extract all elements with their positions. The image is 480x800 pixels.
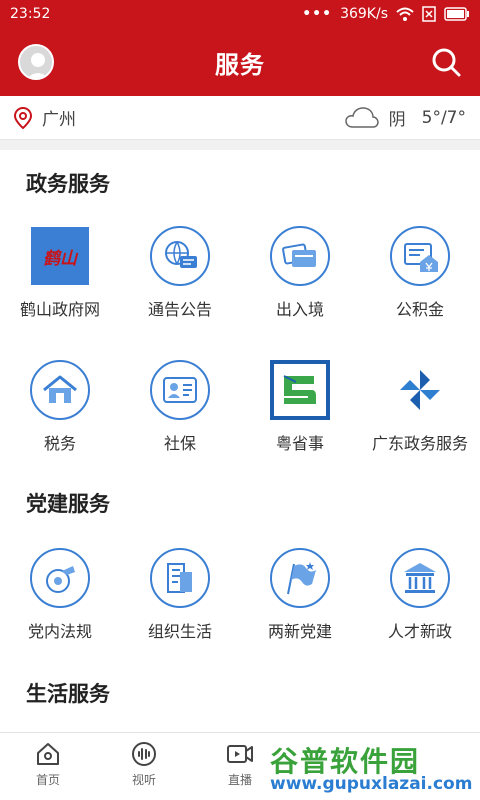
watermark-url: www.gupuxlazai.com <box>270 774 473 794</box>
service-party-regulations[interactable]: 党内法规 <box>0 548 120 642</box>
building-icon <box>150 548 210 608</box>
service-label: 社保 <box>163 434 196 453</box>
status-time: 23:52 <box>10 6 51 22</box>
app-header: 服务 <box>0 28 480 96</box>
city-label: 广州 <box>42 110 76 130</box>
nav-label: 首页 <box>35 773 60 787</box>
service-yueshengshi[interactable]: 粤省事 <box>240 360 360 454</box>
pinwheel-logo <box>390 360 450 420</box>
whistle-icon <box>30 548 90 608</box>
weather-condition: 阴 <box>388 110 406 130</box>
institution-icon <box>390 548 450 608</box>
service-label: 广东政务服务 <box>371 434 468 453</box>
section-title-gov-services: 政务服务 <box>26 172 110 196</box>
party-services-row-1: 党内法规 组织生活 两新党建 人才新政 <box>0 548 480 642</box>
audio-icon <box>132 742 156 766</box>
network-speed: 369K/s <box>340 6 388 22</box>
yueshengshi-logo <box>270 360 330 420</box>
location-pin-icon <box>14 106 32 129</box>
service-label: 粤省事 <box>275 434 324 453</box>
service-label: 两新党建 <box>267 622 332 641</box>
service-exit-entry[interactable]: 出入境 <box>240 226 360 320</box>
video-icon <box>227 745 253 763</box>
nav-label: 直播 <box>227 773 252 787</box>
house-tax-icon <box>30 360 90 420</box>
service-label: 组织生活 <box>147 622 212 641</box>
home-icon <box>37 743 59 765</box>
service-gd-gov-services[interactable]: 广东政务服务 <box>360 360 480 454</box>
service-label: 税务 <box>43 434 76 453</box>
service-label: 通告公告 <box>147 300 212 319</box>
avatar[interactable] <box>18 44 54 80</box>
section-divider <box>0 140 480 150</box>
heshan-logo-text: 鹤山 <box>43 248 77 269</box>
sim-icon <box>422 6 436 22</box>
service-label: 鹤山政府网 <box>19 300 100 319</box>
id-card-icon <box>150 360 210 420</box>
battery-icon <box>444 7 469 21</box>
user-icon <box>27 53 49 78</box>
heshan-gov-logo: 鹤山 <box>30 226 90 286</box>
service-organization-life[interactable]: 组织生活 <box>120 548 240 642</box>
wifi-icon <box>396 7 414 21</box>
section-title-life-services: 生活服务 <box>26 682 110 706</box>
nav-item-home[interactable]: 首页 <box>0 733 96 800</box>
service-announcements[interactable]: 通告公告 <box>120 226 240 320</box>
weather-bar[interactable]: 广州 阴 5°/7° <box>0 96 480 140</box>
notification-dots: ••• <box>302 6 333 22</box>
service-label: 公积金 <box>395 300 444 319</box>
globe-message-icon <box>150 226 210 286</box>
service-heshan-gov[interactable]: 鹤山 鹤山政府网 <box>0 226 120 320</box>
watermark: 谷普软件园 www.gupuxlazai.com <box>262 738 480 798</box>
service-label: 党内法规 <box>27 622 92 641</box>
service-label: 出入境 <box>275 300 324 319</box>
service-tax[interactable]: 税务 <box>0 360 120 454</box>
service-talent-policy[interactable]: 人才新政 <box>360 548 480 642</box>
page-title: 服务 <box>215 50 265 79</box>
section-title-party-services: 党建服务 <box>26 492 110 516</box>
search-icon[interactable] <box>430 46 462 78</box>
housing-fund-icon <box>390 226 450 286</box>
nav-item-audio[interactable]: 视听 <box>96 733 192 800</box>
status-bar: 23:52 ••• 369K/s <box>0 0 480 28</box>
gov-services-row-1: 鹤山 鹤山政府网 通告公告 出入境 公积金 <box>0 226 480 320</box>
passport-cards-icon <box>270 226 330 286</box>
cloud-icon <box>344 106 379 128</box>
service-two-new-party[interactable]: 两新党建 <box>240 548 360 642</box>
temperature: 5°/7° <box>421 107 466 128</box>
nav-label: 视听 <box>131 773 156 787</box>
service-social-security[interactable]: 社保 <box>120 360 240 454</box>
gov-services-row-2: 税务 社保 粤省事 广东政务服务 <box>0 360 480 454</box>
service-label: 人才新政 <box>387 622 452 641</box>
flag-icon <box>270 548 330 608</box>
service-housing-fund[interactable]: 公积金 <box>360 226 480 320</box>
